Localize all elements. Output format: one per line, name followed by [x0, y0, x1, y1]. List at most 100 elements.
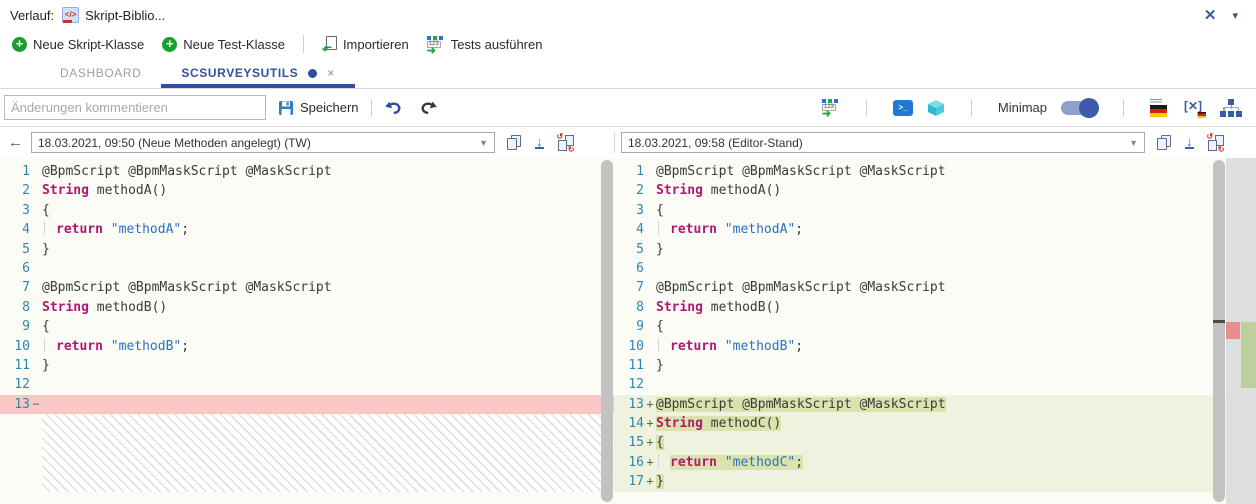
diff-marker — [644, 201, 656, 220]
tab-close-icon[interactable]: × — [327, 66, 335, 80]
right-version-select[interactable]: 18.03.2021, 09:58 (Editor-Stand) ▼ — [621, 132, 1145, 153]
diff-marker — [30, 162, 42, 181]
line-number: 13 — [614, 395, 644, 414]
structure-button[interactable] — [1220, 99, 1242, 117]
code-line: 1@BpmScript @BpmMaskScript @MaskScript — [614, 162, 1256, 181]
code-text: return "methodA"; — [42, 220, 614, 239]
diff-marker — [30, 337, 42, 356]
diff-marker: + — [644, 472, 656, 491]
code-line: 8String methodB() — [614, 298, 1256, 317]
code-text — [656, 259, 1256, 278]
object-browser-button[interactable] — [927, 99, 945, 117]
tab-dashboard[interactable]: DASHBOARD — [40, 58, 161, 88]
download-icon[interactable]: ↓ — [1185, 136, 1194, 149]
diff-marker — [30, 298, 42, 317]
code-text: return "methodB"; — [656, 337, 1256, 356]
code-line: 2String methodA() — [614, 181, 1256, 200]
close-icon[interactable]: ✕ — [1204, 6, 1217, 24]
diff-marker — [30, 317, 42, 336]
code-text — [42, 375, 614, 394]
diff-marker — [644, 375, 656, 394]
line-number: 8 — [0, 298, 30, 317]
line-number: 2 — [0, 181, 30, 200]
line-number: 15 — [614, 433, 644, 452]
chevron-down-icon[interactable]: ▾ — [1232, 9, 1238, 22]
diff-pane-new: 1@BpmScript @BpmMaskScript @MaskScript2S… — [614, 158, 1256, 504]
left-version-select[interactable]: 18.03.2021, 09:50 (Neue Methoden angeleg… — [31, 132, 495, 153]
download-icon[interactable]: ↓ — [535, 136, 544, 149]
ruler-added-marker[interactable] — [1241, 322, 1256, 388]
scrollbar-thumb[interactable] — [1213, 160, 1225, 502]
code-text: { — [42, 317, 614, 336]
code-line: 13− — [0, 395, 614, 414]
ruler-deleted-marker[interactable] — [1226, 322, 1240, 339]
document-title: Skript-Biblio... — [85, 8, 165, 23]
code-line: 11} — [614, 356, 1256, 375]
code-line: 14+String methodC() — [614, 414, 1256, 433]
import-icon: ⬐ — [322, 36, 337, 52]
copy-icon[interactable] — [507, 135, 521, 151]
right-scrollbar[interactable] — [1212, 158, 1226, 504]
line-number: 2 — [614, 181, 644, 200]
compare-restore-icon[interactable]: ↻↺ — [1208, 135, 1224, 151]
diff-view: 1@BpmScript @BpmMaskScript @MaskScript2S… — [0, 158, 1256, 504]
diff-marker — [644, 337, 656, 356]
run-tests-button[interactable]: 123 ➜ Tests ausführen — [427, 36, 543, 53]
import-button[interactable]: ⬐ Importieren — [322, 36, 409, 52]
code-text: String methodB() — [42, 298, 614, 317]
code-text: { — [656, 317, 1256, 336]
script-file-icon: </> — [62, 7, 79, 23]
line-number: 13 — [0, 395, 30, 414]
new-script-class-button[interactable]: + Neue Skript-Klasse — [12, 37, 144, 52]
code-text: @BpmScript @BpmMaskScript @MaskScript — [656, 278, 1256, 297]
code-line: 13+@BpmScript @BpmMaskScript @MaskScript — [614, 395, 1256, 414]
code-text: } — [656, 472, 1256, 491]
code-line: 7 @BpmScript @BpmMaskScript @MaskScript — [614, 278, 1256, 297]
line-number: 7 — [614, 278, 644, 297]
new-script-class-label: Neue Skript-Klasse — [33, 37, 144, 52]
run-tests-quick-button[interactable]: 123 ➜ — [822, 99, 840, 116]
line-number: 1 — [614, 162, 644, 181]
code-text: @BpmScript @BpmMaskScript @MaskScript — [42, 278, 614, 297]
code-text: String methodC() — [656, 414, 1256, 433]
comment-input[interactable] — [4, 95, 266, 120]
undo-icon — [384, 100, 403, 116]
code-text: return "methodB"; — [42, 337, 614, 356]
redo-button[interactable] — [419, 100, 438, 116]
diff-marker — [30, 375, 42, 394]
line-number: 12 — [0, 375, 30, 394]
left-version-value: 18.03.2021, 09:50 (Neue Methoden angeleg… — [38, 136, 473, 150]
scrollbar-thumb[interactable] — [601, 160, 613, 502]
hierarchy-icon — [1220, 99, 1242, 117]
left-scrollbar[interactable] — [600, 158, 614, 504]
back-arrow-icon[interactable]: ← — [8, 134, 23, 151]
diff-marker — [30, 201, 42, 220]
diff-marker — [30, 356, 42, 375]
console-button[interactable]: >_ — [893, 100, 913, 116]
copy-icon[interactable] — [1157, 135, 1171, 151]
tab-label: SCSURVEYSUTILS — [181, 66, 298, 80]
code-text: return "methodC"; — [656, 453, 1256, 472]
overview-ruler[interactable] — [1226, 158, 1256, 504]
code-line: 12 — [614, 375, 1256, 394]
import-label: Importieren — [343, 37, 409, 52]
diff-marker — [644, 220, 656, 239]
line-number: 9 — [0, 317, 30, 336]
minimap-toggle[interactable] — [1061, 101, 1097, 115]
diff-marker — [644, 181, 656, 200]
code-text: } — [656, 356, 1256, 375]
tab-scsurveysutils[interactable]: SCSURVEYSUTILS × — [161, 58, 354, 88]
undo-button[interactable] — [384, 100, 403, 116]
compare-restore-icon[interactable]: ↻↺ — [558, 135, 574, 151]
left-version-group: ← 18.03.2021, 09:50 (Neue Methoden angel… — [0, 132, 614, 153]
code-line: 10return "methodB"; — [614, 337, 1256, 356]
diff-marker — [644, 356, 656, 375]
history-label: Verlauf: — [10, 8, 54, 23]
language-button[interactable] — [1150, 99, 1170, 117]
right-version-group: 18.03.2021, 09:58 (Editor-Stand) ▼ ↓ ↻↺ — [614, 132, 1256, 153]
new-test-class-button[interactable]: + Neue Test-Klasse — [162, 37, 285, 52]
save-button[interactable]: Speichern — [278, 100, 359, 116]
export-translations-button[interactable]: [✕] — [1184, 99, 1206, 117]
code-text: { — [656, 433, 1256, 452]
cube-icon — [927, 99, 945, 117]
